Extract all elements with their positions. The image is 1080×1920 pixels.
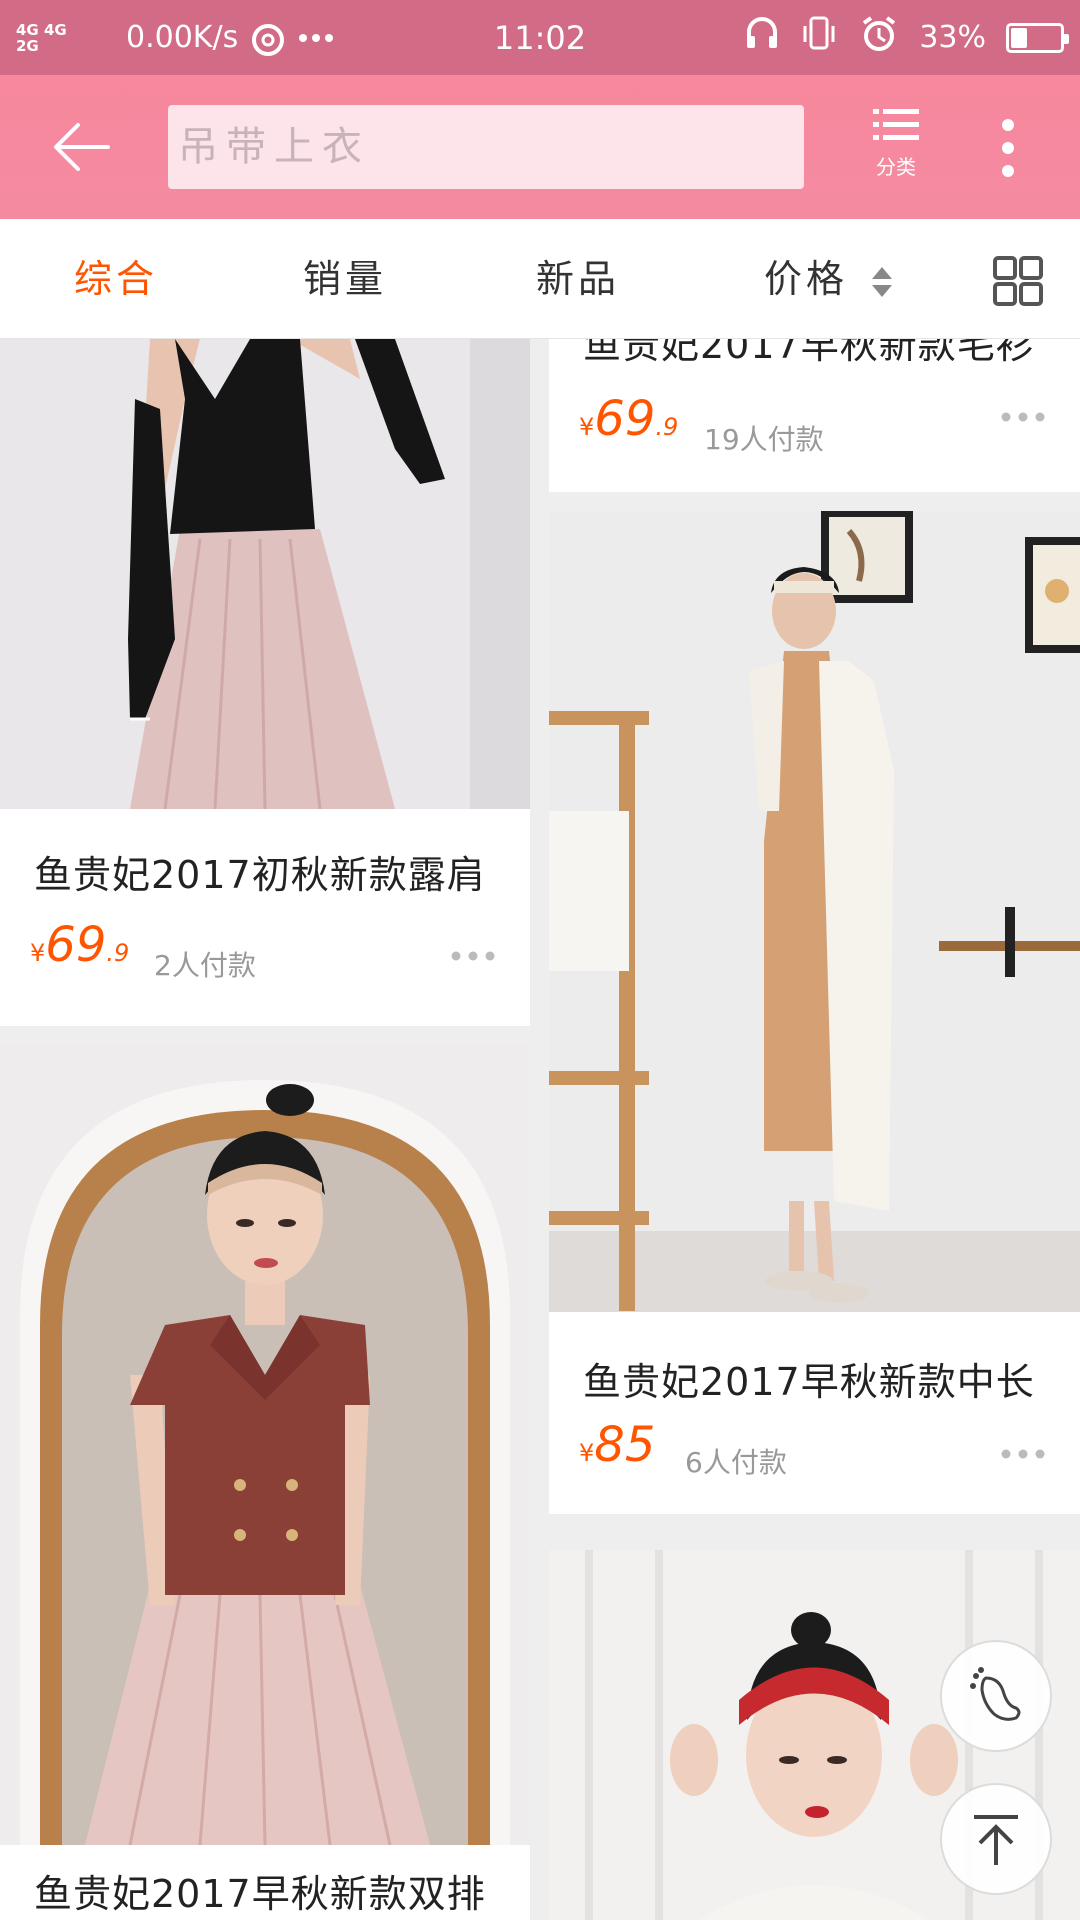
tab-new[interactable]: 新品: [536, 249, 620, 309]
more-dots-icon[interactable]: [1000, 411, 1046, 423]
product-card[interactable]: 鱼贵妃2017初秋新款露肩 ¥69.9 2人付款: [0, 339, 530, 1026]
grid-view-icon: [993, 256, 1043, 306]
price-decimal: .9: [106, 939, 130, 967]
sort-arrows-icon: [872, 266, 893, 297]
more-dots-icon[interactable]: [450, 950, 496, 962]
tab-sales[interactable]: 销量: [303, 249, 387, 309]
headset-icon: [745, 16, 779, 60]
product-title[interactable]: 鱼贵妃2017初秋新款露肩: [34, 844, 510, 899]
sold-count: 6人付款: [685, 1446, 787, 1479]
product-title[interactable]: 鱼贵妃2017早秋新款毛衫: [583, 339, 1060, 369]
product-card[interactable]: 鱼贵妃2017早秋新款双排: [0, 1045, 530, 1920]
product-price: ¥69.9: [30, 917, 129, 973]
screen: 4G 4G 2G 0.00K/s 11:02 33% 吊带上衣 分类 综合 销量…: [0, 0, 1080, 1920]
price-currency: ¥: [579, 1439, 595, 1467]
product-image[interactable]: [549, 511, 1080, 1312]
product-price: ¥69.9: [579, 391, 678, 447]
category-label: 分类: [876, 155, 916, 179]
vertical-dots-icon: [1002, 119, 1014, 177]
search-input[interactable]: [178, 124, 804, 170]
more-options-button[interactable]: [988, 113, 1028, 183]
signal-indicator: 4G 4G 2G: [16, 20, 67, 55]
category-button[interactable]: 分类: [862, 105, 930, 195]
price-integer: 69: [45, 917, 107, 973]
product-image[interactable]: [0, 1045, 530, 1845]
tab-price-label: 价格: [764, 257, 849, 301]
more-notifications-icon: [298, 33, 334, 43]
product-card[interactable]: 鱼贵妃2017早秋新款中长 ¥85 6人付款: [549, 511, 1080, 1514]
more-dots-icon[interactable]: [1000, 1448, 1046, 1460]
netease-music-icon: [248, 18, 288, 58]
price-integer: 69: [594, 391, 656, 447]
price-decimal: .9: [655, 413, 679, 441]
footprint-icon: [970, 1667, 1021, 1721]
product-title[interactable]: 鱼贵妃2017早秋新款双排: [34, 1863, 510, 1918]
alarm-icon: [859, 14, 899, 62]
sold-count: 19人付款: [704, 423, 824, 456]
back-to-top-icon: [974, 1815, 1018, 1865]
sort-bar: 综合 销量 新品 价格: [0, 219, 1080, 339]
battery-icon: [1006, 22, 1069, 53]
tab-price[interactable]: 价格: [764, 249, 894, 309]
grid-view-toggle[interactable]: [992, 255, 1044, 307]
price-currency: ¥: [579, 413, 595, 441]
vibrate-icon: [799, 14, 839, 62]
back-to-top-button[interactable]: [940, 1783, 1052, 1895]
sold-count: 2人付款: [154, 949, 256, 982]
footprint-button[interactable]: [940, 1640, 1052, 1752]
product-grid: 鱼贵妃2017初秋新款露肩 ¥69.9 2人付款 鱼贵妃2017早秋新款毛衫 ¥…: [0, 339, 1080, 1920]
tab-overall[interactable]: 综合: [74, 249, 158, 309]
product-price: ¥85: [579, 1417, 655, 1473]
price-integer: 85: [594, 1417, 656, 1473]
search-header: 分类: [0, 75, 1080, 219]
back-button[interactable]: [50, 117, 114, 177]
search-box[interactable]: [168, 105, 804, 189]
battery-percent: 33%: [919, 20, 986, 55]
product-title[interactable]: 鱼贵妃2017早秋新款中长: [583, 1351, 1060, 1406]
status-bar: 4G 4G 2G 0.00K/s 11:02 33%: [0, 0, 1080, 75]
arrow-left-icon: [54, 123, 110, 171]
product-image[interactable]: [0, 339, 530, 809]
list-icon: [873, 109, 919, 140]
product-card[interactable]: 鱼贵妃2017早秋新款毛衫 ¥69.9 19人付款: [549, 339, 1080, 492]
price-currency: ¥: [30, 939, 46, 967]
network-speed: 0.00K/s: [126, 20, 239, 55]
